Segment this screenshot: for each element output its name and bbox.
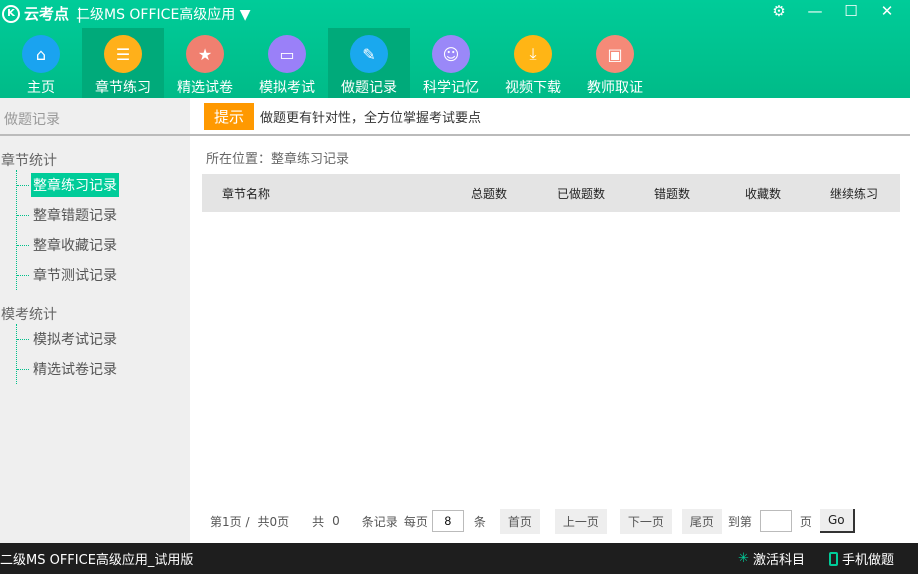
goto-page-input[interactable] bbox=[759, 510, 792, 532]
col-wrong[interactable]: 错题数 bbox=[654, 185, 690, 202]
sidebar-group-title[interactable]: 章节统计 bbox=[0, 136, 190, 170]
certificate-icon: ▣ bbox=[596, 35, 634, 73]
status-bar: 二级MS OFFICE高级应用_试用版 ✳ 激活科目 手机做题 bbox=[0, 543, 918, 574]
last-page-button[interactable]: 尾页 bbox=[681, 508, 722, 534]
pagination: 第1页 / 共0页 共 0 条记录 每页 条 首页 上一页 下一页 尾页 到第 … bbox=[190, 508, 910, 534]
logo: K 云考点 | bbox=[2, 3, 82, 24]
mobile-label: 手机做题 bbox=[841, 553, 894, 568]
sidebar-item-label: 整章错题记录 bbox=[33, 208, 117, 224]
total-records: 0 bbox=[332, 514, 340, 528]
col-chapter-name[interactable]: 章节名称 bbox=[222, 185, 270, 202]
per-page-input[interactable] bbox=[431, 510, 464, 532]
medal-icon: ★ bbox=[186, 35, 224, 73]
nav-label: 精选试卷 bbox=[177, 80, 233, 96]
sidebar-item-label: 精选试卷记录 bbox=[33, 362, 117, 378]
sidebar-item-label: 整章收藏记录 bbox=[33, 238, 117, 254]
phone-icon bbox=[828, 551, 838, 566]
sidebar-item-label: 模拟考试记录 bbox=[33, 332, 117, 348]
go-button[interactable]: Go bbox=[819, 509, 855, 533]
col-favorites[interactable]: 收藏数 bbox=[745, 185, 781, 202]
prev-page-button[interactable]: 上一页 bbox=[554, 508, 607, 534]
main-content: 提示 做题更有针对性，全方位掌握考试要点 所在位置：整章练习记录 章节名称 总题… bbox=[190, 98, 910, 543]
main-nav: ⌂ 主页 ☰ 章节练习 ★ 精选试卷 ▭ 模拟考试 ✎ 做题记录 ☺ 科学记忆 ⤓ 视频下载 ▣ 教师取证 bbox=[0, 28, 656, 98]
sidebar: 做题记录 章节统计 整章练习记录 整章错题记录 整章收藏记录 章节测试记录 模考统计 模拟考… bbox=[0, 98, 190, 543]
total-pages: 共0页 bbox=[257, 514, 290, 529]
nav-label: 主页 bbox=[27, 80, 55, 96]
settings-icon[interactable]: ⚙ bbox=[770, 2, 788, 20]
first-page-button[interactable]: 首页 bbox=[499, 508, 540, 534]
sidebar-group: 模拟考试记录 精选试卷记录 bbox=[16, 324, 190, 384]
subject-title: 二级MS OFFICE高级应用 bbox=[76, 7, 236, 23]
caret-down-icon: ▼ bbox=[239, 7, 251, 23]
sidebar-item-label: 整章练习记录 bbox=[31, 173, 119, 197]
tip-badge: 提示 bbox=[204, 102, 255, 130]
nav-label: 章节练习 bbox=[95, 80, 151, 96]
status-title: 二级MS OFFICE高级应用_试用版 bbox=[0, 553, 194, 568]
maximize-button[interactable]: ☐ bbox=[842, 2, 860, 20]
logo-text: 云考点 bbox=[24, 5, 70, 23]
nav-label: 做题记录 bbox=[341, 80, 397, 96]
records-label: 条记录 bbox=[361, 514, 398, 529]
col-continue[interactable]: 继续练习 bbox=[830, 185, 878, 202]
nav-label: 视频下载 bbox=[505, 80, 561, 96]
close-button[interactable]: ✕ bbox=[878, 2, 896, 20]
pencil-icon: ✎ bbox=[350, 35, 388, 73]
sidebar-item[interactable]: 整章练习记录 bbox=[17, 170, 190, 200]
header: K 云考点 | 二级MS OFFICE高级应用 ▼ ⚙ — ☐ ✕ ⌂ 主页 ☰ 章节练习… bbox=[0, 0, 910, 98]
goto-unit: 页 bbox=[799, 514, 812, 529]
nav-item-3[interactable]: ▭ 模拟考试 bbox=[246, 28, 328, 98]
total-prefix: 共 bbox=[312, 514, 325, 529]
list-icon: ☰ bbox=[104, 35, 142, 73]
goto-label: 到第 bbox=[727, 514, 752, 529]
activate-label: 激活科目 bbox=[752, 553, 805, 568]
per-page-label: 每页 bbox=[403, 514, 428, 529]
download-icon: ⤓ bbox=[514, 35, 552, 73]
window-edge bbox=[910, 0, 918, 543]
sidebar-item[interactable]: 整章错题记录 bbox=[17, 200, 190, 230]
minimize-button[interactable]: — bbox=[806, 2, 824, 20]
nav-item-4[interactable]: ✎ 做题记录 bbox=[328, 28, 410, 98]
sidebar-header: 做题记录 bbox=[0, 98, 190, 136]
subject-selector[interactable]: 二级MS OFFICE高级应用 ▼ bbox=[76, 4, 251, 24]
nav-label: 模拟考试 bbox=[259, 80, 315, 96]
nav-label: 科学记忆 bbox=[423, 80, 479, 96]
sidebar-item[interactable]: 章节测试记录 bbox=[17, 260, 190, 290]
unit-label: 条 bbox=[473, 514, 486, 529]
nav-item-2[interactable]: ★ 精选试卷 bbox=[164, 28, 246, 98]
nav-item-5[interactable]: ☺ 科学记忆 bbox=[410, 28, 492, 98]
nav-item-7[interactable]: ▣ 教师取证 bbox=[574, 28, 656, 98]
current-page: 第1页 / bbox=[210, 514, 250, 529]
sidebar-item[interactable]: 整章收藏记录 bbox=[17, 230, 190, 260]
mobile-practice-button[interactable]: 手机做题 bbox=[828, 549, 894, 568]
col-total[interactable]: 总题数 bbox=[471, 185, 507, 202]
sidebar-group-title[interactable]: 模考统计 bbox=[0, 290, 190, 324]
nav-item-6[interactable]: ⤓ 视频下载 bbox=[492, 28, 574, 98]
tip-text: 做题更有针对性，全方位掌握考试要点 bbox=[260, 110, 482, 126]
col-done[interactable]: 已做题数 bbox=[557, 185, 605, 202]
nav-label: 教师取证 bbox=[587, 80, 643, 96]
sidebar-item[interactable]: 模拟考试记录 bbox=[17, 324, 190, 354]
nav-item-1[interactable]: ☰ 章节练习 bbox=[82, 28, 164, 98]
sidebar-group: 整章练习记录整章错题记录 整章收藏记录 章节测试记录 bbox=[16, 170, 190, 290]
sidebar-item[interactable]: 精选试卷记录 bbox=[17, 354, 190, 384]
home-icon: ⌂ bbox=[22, 35, 60, 73]
next-page-button[interactable]: 下一页 bbox=[619, 508, 672, 534]
breadcrumb: 所在位置：整章练习记录 bbox=[206, 152, 350, 167]
table-header: 章节名称 总题数 已做题数 错题数 收藏数 继续练习 bbox=[202, 174, 900, 212]
nav-item-0[interactable]: ⌂ 主页 bbox=[0, 28, 82, 98]
magic-wand-icon: ✳ bbox=[738, 551, 749, 566]
activate-subject-button[interactable]: ✳ 激活科目 bbox=[738, 549, 805, 568]
brain-icon: ☺ bbox=[432, 35, 470, 73]
tip-bar: 提示 做题更有针对性，全方位掌握考试要点 bbox=[190, 98, 910, 136]
sidebar-item-label: 章节测试记录 bbox=[33, 268, 117, 284]
monitor-icon: ▭ bbox=[268, 35, 306, 73]
